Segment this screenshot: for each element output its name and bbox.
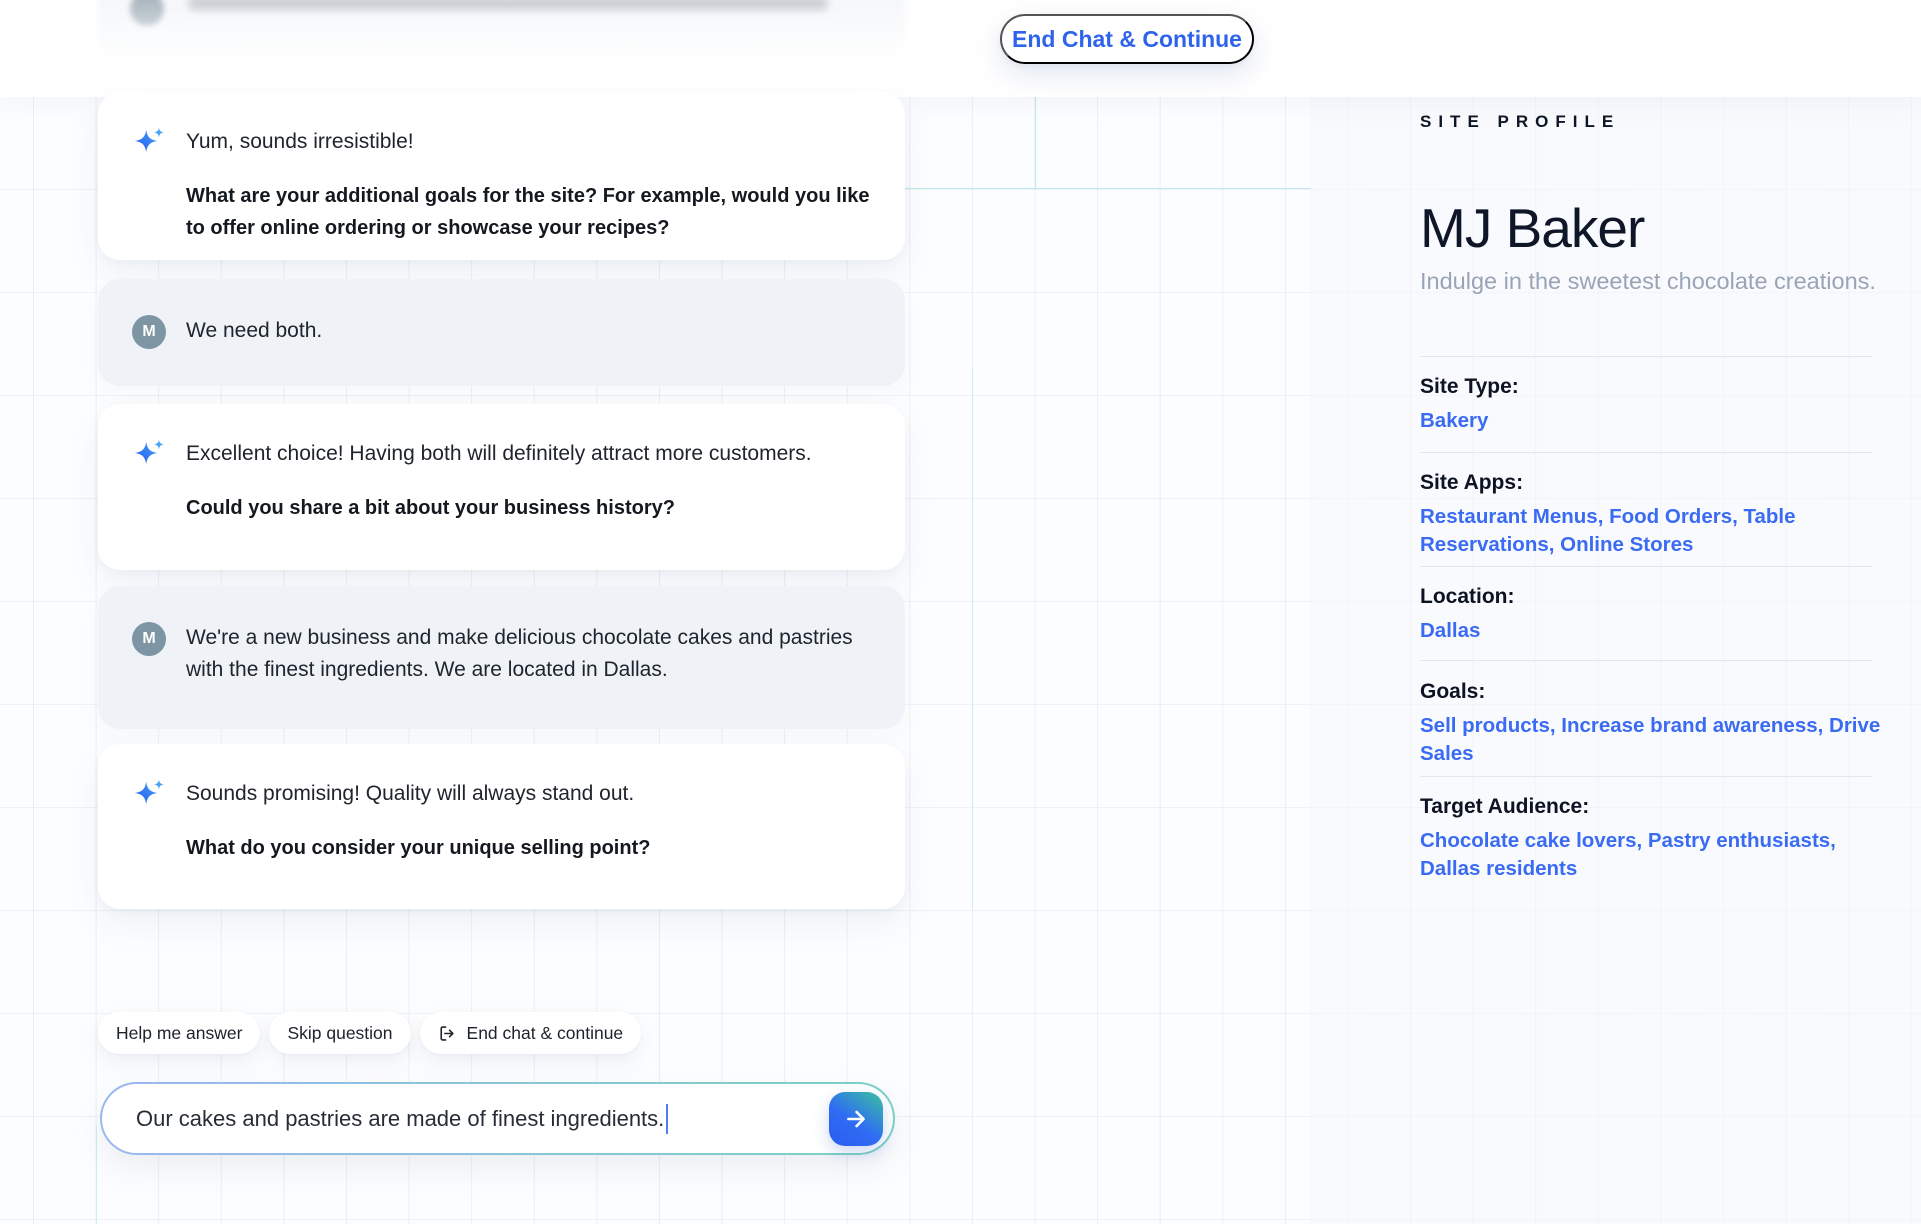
- site-tagline: Indulge in the sweetest chocolate creati…: [1420, 268, 1876, 295]
- user-message-text: We're a new business and make delicious …: [186, 622, 871, 686]
- ai-message-question: Could you share a bit about your busines…: [186, 492, 871, 524]
- site-profile-panel: SITE PROFILE MJ Baker Indulge in the swe…: [1420, 0, 1890, 1224]
- message-gutter: M: [132, 315, 166, 386]
- quick-actions-row: Help me answer Skip question End chat & …: [98, 1012, 641, 1054]
- skip-question-chip[interactable]: Skip question: [269, 1012, 410, 1054]
- message-gutter: [132, 438, 166, 570]
- ai-message-text: Yum, sounds irresistible!: [186, 126, 871, 158]
- text-caret: [666, 1104, 668, 1134]
- user-avatar: M: [132, 622, 166, 656]
- field-label-target-audience: Target Audience:: [1420, 794, 1589, 820]
- ai-message: Sounds promising! Quality will always st…: [98, 744, 905, 909]
- field-value-site-apps: Restaurant Menus, Food Orders, Table Res…: [1420, 503, 1888, 558]
- guide-line-vertical: [96, 1125, 97, 1224]
- help-me-answer-chip[interactable]: Help me answer: [98, 1012, 260, 1054]
- arrow-right-icon: [843, 1106, 869, 1132]
- panel-heading: SITE PROFILE: [1420, 112, 1620, 132]
- ai-message: Excellent choice! Having both will defin…: [98, 404, 905, 570]
- field-label-location: Location:: [1420, 584, 1515, 610]
- field-label-site-type: Site Type:: [1420, 374, 1519, 400]
- user-message: M We're a new business and make deliciou…: [98, 586, 905, 729]
- chip-label: End chat & continue: [467, 1023, 624, 1044]
- divider: [1420, 356, 1872, 357]
- message-body: We need both.: [186, 315, 871, 386]
- message-input-inner: Our cakes and pastries are made of fines…: [102, 1084, 893, 1153]
- user-message: M We need both.: [98, 279, 905, 386]
- ai-site-builder-app: End Chat & Continue Yum, sounds irresist…: [0, 0, 1921, 1224]
- exit-icon: [438, 1024, 457, 1043]
- guide-line-vertical: [1035, 97, 1036, 189]
- divider: [1420, 452, 1872, 453]
- ai-message-text: Excellent choice! Having both will defin…: [186, 438, 871, 470]
- end-chat-continue-button[interactable]: End Chat & Continue: [1000, 14, 1254, 64]
- message-gutter: [132, 778, 166, 909]
- ai-message: Yum, sounds irresistible! What are your …: [98, 92, 905, 260]
- message-input[interactable]: Our cakes and pastries are made of fines…: [100, 1082, 895, 1155]
- message-gutter: M: [132, 622, 166, 729]
- field-label-goals: Goals:: [1420, 679, 1485, 705]
- field-label-site-apps: Site Apps:: [1420, 470, 1523, 496]
- sparkle-icon: [132, 126, 166, 156]
- end-chat-continue-chip[interactable]: End chat & continue: [420, 1012, 642, 1054]
- message-input-value: Our cakes and pastries are made of fines…: [136, 1106, 664, 1132]
- guide-line-vertical: [972, 368, 973, 908]
- chip-label: Skip question: [287, 1023, 392, 1044]
- sparkle-icon: [132, 778, 166, 808]
- message-body: Excellent choice! Having both will defin…: [186, 438, 871, 570]
- divider: [1420, 776, 1872, 777]
- field-value-location: Dallas: [1420, 617, 1888, 645]
- message-body: Sounds promising! Quality will always st…: [186, 778, 871, 909]
- chip-label: Help me answer: [116, 1023, 242, 1044]
- ai-message-question: What do you consider your unique selling…: [186, 832, 871, 864]
- send-button[interactable]: [829, 1092, 883, 1146]
- sparkle-icon: [132, 438, 166, 468]
- message-body: Yum, sounds irresistible! What are your …: [186, 126, 871, 260]
- field-value-target-audience: Chocolate cake lovers, Pastry enthusiast…: [1420, 827, 1888, 882]
- site-name: MJ Baker: [1420, 196, 1644, 260]
- guide-line-horizontal: [905, 188, 1311, 189]
- divider: [1420, 660, 1872, 661]
- message-gutter: [132, 126, 166, 260]
- divider: [1420, 566, 1872, 567]
- message-body: We're a new business and make delicious …: [186, 622, 871, 729]
- ai-message-text: Sounds promising! Quality will always st…: [186, 778, 871, 810]
- ai-message-question: What are your additional goals for the s…: [186, 180, 871, 244]
- user-message-text: We need both.: [186, 315, 871, 347]
- field-value-goals: Sell products, Increase brand awareness,…: [1420, 712, 1888, 767]
- field-value-site-type: Bakery: [1420, 407, 1888, 435]
- user-avatar: M: [132, 315, 166, 349]
